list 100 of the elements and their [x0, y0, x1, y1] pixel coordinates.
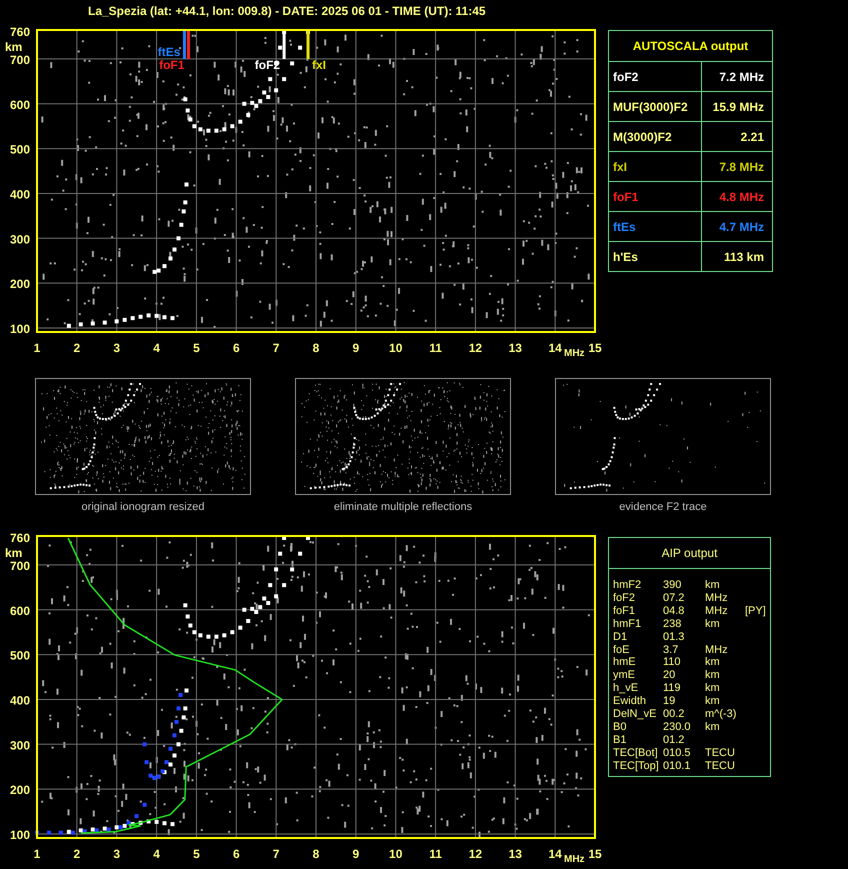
parameter-name: foF1 — [608, 182, 702, 212]
parameter-unit: MHz — [705, 604, 729, 618]
parameter-value: 20 — [663, 669, 676, 682]
parameter-value: 4.7 MHz — [701, 212, 772, 242]
thumbnail-caption: original ionogram resized — [82, 501, 204, 513]
parameter-value: 15.9 MHz — [701, 92, 772, 122]
parameter-unit: km — [705, 669, 721, 682]
axis-tick-label: 7 — [272, 341, 280, 355]
panel-title: AIP output — [609, 538, 770, 569]
axis-tick-label: 10 — [389, 847, 402, 861]
axis-tick-label: 700 — [10, 52, 30, 67]
parameter-unit: km — [705, 682, 721, 696]
thumbnail-caption: eliminate multiple reflections — [334, 501, 472, 513]
axis-tick-label: 7 — [272, 847, 280, 861]
parameter-value: 00.2 — [663, 708, 686, 721]
parameter-value: 010.1 — [663, 760, 692, 773]
axis-tick-label: 400 — [10, 693, 30, 708]
parameter-name: Ewidth — [613, 695, 648, 708]
parameter-name: hmF1 — [613, 618, 642, 631]
parameter-name: B0 — [613, 720, 628, 734]
parameter-unit: MHz — [705, 592, 729, 605]
parameter-name: foF2 — [613, 592, 636, 605]
table-title: AUTOSCALA output — [608, 30, 772, 62]
axis-tick-label: 400 — [10, 187, 30, 202]
axis-tick-label: 9 — [352, 341, 360, 355]
parameter-unit: km — [705, 695, 721, 708]
parameter-value: 113 km — [701, 242, 772, 272]
axis-tick-label: 300 — [10, 232, 30, 246]
axis-tick-label: 2 — [74, 341, 80, 355]
parameter-note-label: [PY] — [745, 604, 767, 618]
parameter-value: 2.21 — [701, 122, 772, 152]
axis-tick-label: 700 — [10, 558, 30, 573]
axis-unit-label: km — [5, 40, 22, 54]
axis-tick-label: 2 — [74, 847, 80, 861]
parameter-name: ftEs — [608, 212, 702, 242]
axis-tick-label: 3 — [113, 341, 120, 355]
marker-label: fxI — [312, 58, 326, 72]
parameter-value: 3.7 — [663, 644, 680, 656]
axis-tick-label: 200 — [10, 783, 30, 798]
parameter-value: 07.2 — [663, 592, 686, 605]
axis-unit-label: MHz — [564, 854, 585, 864]
parameter-unit: km — [705, 720, 721, 734]
axis-tick-label: 500 — [10, 142, 30, 157]
parameter-unit: km — [705, 618, 721, 631]
header-title: La_Spezia (lat: +44.1, lon: 009.8) - DATE: 2025 06 01 - TIME (UT): 11:45 — [88, 4, 486, 18]
parameter-unit: TECU — [705, 760, 736, 773]
axis-tick-label: 8 — [312, 847, 320, 861]
axis-tick-label: 12 — [468, 341, 482, 355]
parameter-name: TEC[Top] — [613, 760, 660, 773]
parameter-name: hmE — [613, 656, 637, 670]
axis-tick-label: 5 — [193, 847, 200, 861]
axis-tick-label: 12 — [468, 847, 482, 861]
parameter-name: M(3000)F2 — [608, 122, 702, 152]
axis-tick-label: 15 — [588, 341, 602, 355]
parameter-unit: TECU — [705, 746, 736, 760]
parameter-name: TEC[Bot] — [613, 746, 659, 760]
axis-tick-label: 6 — [232, 341, 240, 355]
parameter-unit: km — [705, 656, 721, 670]
parameter-value: 238 — [663, 618, 682, 631]
axis-tick-label: 9 — [352, 847, 360, 861]
parameter-unit: m^(-3) — [705, 708, 738, 721]
axis-tick-label: 4 — [153, 847, 160, 861]
axis-tick-label: 300 — [10, 738, 30, 752]
axis-tick-label: 760 — [10, 531, 30, 545]
axis-tick-label: 11 — [429, 341, 442, 355]
axis-tick-label: 5 — [193, 341, 200, 355]
parameter-name: hmF2 — [613, 579, 642, 592]
axis-unit-label: km — [5, 546, 22, 560]
parameter-name: foE — [613, 644, 631, 656]
axis-tick-label: 13 — [508, 341, 522, 355]
parameter-name: B1 — [613, 734, 628, 747]
axis-unit-label: MHz — [564, 348, 585, 358]
axis-tick-label: 3 — [113, 847, 120, 861]
parameter-value: 390 — [663, 579, 682, 592]
axis-tick-label: 13 — [508, 847, 522, 861]
parameter-name: D1 — [613, 630, 628, 644]
axis-tick-label: 1 — [34, 847, 40, 861]
parameter-name: ymE — [613, 669, 636, 682]
axis-tick-label: 100 — [10, 828, 30, 842]
parameter-value: 7.2 MHz — [701, 62, 772, 92]
parameter-value: 01.2 — [663, 734, 686, 747]
parameter-name: fxI — [608, 152, 702, 182]
axis-tick-label: 15 — [588, 847, 602, 861]
parameter-value: 4.8 MHz — [701, 182, 772, 212]
thumbnail-caption: evidence F2 trace — [619, 501, 707, 513]
parameter-value: 230.0 — [663, 720, 692, 734]
axis-tick-label: 600 — [10, 98, 30, 112]
parameter-value: 110 — [663, 656, 682, 670]
axis-tick-label: 14 — [548, 847, 562, 861]
marker-label: ftEs — [158, 45, 180, 59]
parameter-value: 7.8 MHz — [701, 152, 772, 182]
axis-tick-label: 100 — [10, 322, 30, 336]
axis-tick-label: 10 — [389, 341, 402, 355]
parameter-name: h_vE — [613, 682, 640, 696]
parameter-unit: km — [705, 579, 721, 592]
parameter-value: 01.3 — [663, 630, 686, 644]
axis-tick-label: 500 — [10, 648, 30, 663]
axis-tick-label: 6 — [232, 847, 240, 861]
parameter-value: 19 — [663, 695, 676, 708]
axis-tick-label: 600 — [10, 604, 30, 618]
